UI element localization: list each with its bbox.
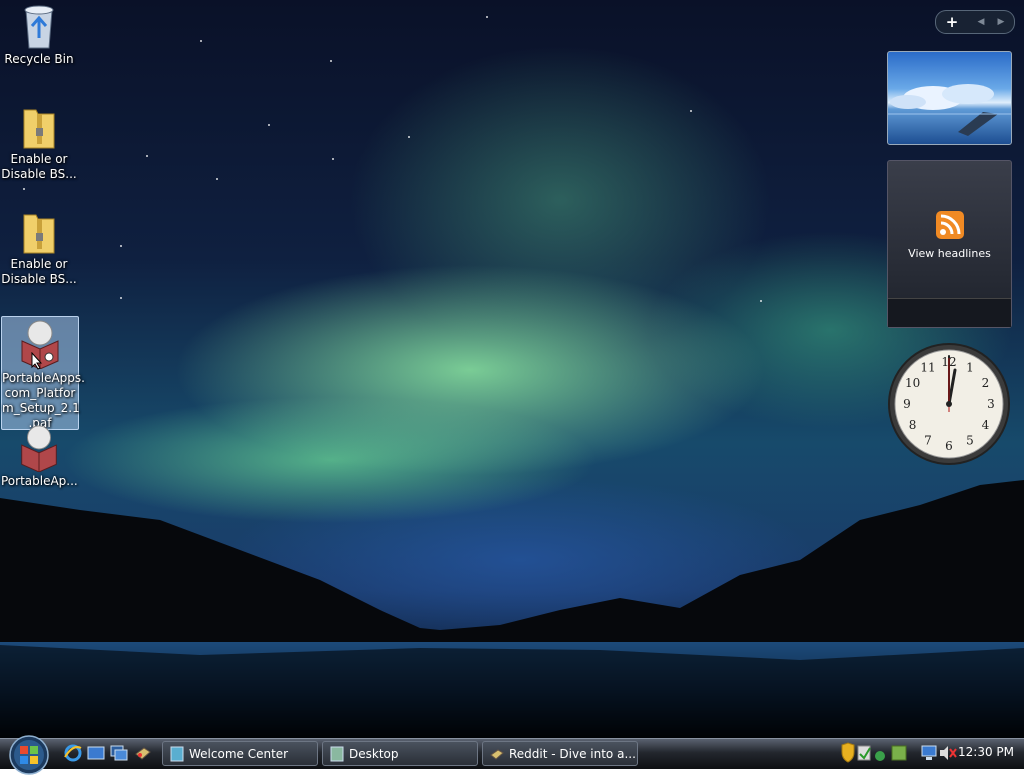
clock-numeral: 6	[945, 439, 953, 453]
display-icon[interactable]	[921, 745, 937, 760]
folder-window-icon	[330, 746, 344, 762]
feed-footer	[888, 298, 1011, 327]
recycle-bin-icon	[24, 5, 54, 49]
clock-gadget[interactable]: 121234567891011	[887, 342, 1011, 466]
desktop-icon-zip-folder-2[interactable]: Enable or Disable BS...	[1, 211, 77, 287]
clock-numeral: 1	[966, 361, 974, 375]
paint-icon[interactable]	[134, 744, 152, 762]
power-icon[interactable]	[891, 745, 907, 761]
welcome-center-icon	[170, 746, 184, 762]
desktop-icon-label: Enable or Disable BS...	[1, 257, 77, 286]
desktop-icon-recycle-bin[interactable]: Recycle Bin	[1, 4, 77, 67]
clock-numeral: 11	[920, 361, 935, 375]
add-gadget-button[interactable]: +	[940, 13, 964, 31]
clock-numeral: 9	[903, 397, 911, 411]
taskbar-button-label: Desktop	[349, 747, 399, 761]
desktop-icon-label: PortableApps. com_Platfor m_Setup_2.1 .p…	[2, 371, 85, 430]
prev-gadget-button[interactable]: ◀	[972, 13, 990, 31]
zip-folder-icon	[23, 109, 55, 149]
desktop-icon-portableapps[interactable]: PortableAp...	[1, 424, 78, 489]
mountain-lake-scene	[0, 480, 1024, 738]
rss-feed-icon	[936, 211, 964, 239]
zip-folder-icon	[23, 214, 55, 254]
next-gadget-button[interactable]: ▶	[992, 13, 1010, 31]
desktop-icon-zip-folder-1[interactable]: Enable or Disable BS...	[1, 106, 77, 182]
network-icon[interactable]	[875, 751, 885, 761]
desktop-wallpaper[interactable]: Recycle Bin Enable or Disable BS... Enab…	[0, 0, 1024, 738]
taskbar-button-reddit[interactable]: Reddit - Dive into a...	[482, 741, 638, 766]
slideshow-image	[888, 84, 1011, 136]
mouse-cursor-icon	[31, 352, 43, 370]
desktop-icon-label: PortableAp...	[1, 474, 78, 488]
clock-numeral: 10	[905, 376, 920, 390]
clock-numeral: 8	[909, 418, 917, 432]
slideshow-gadget[interactable]	[887, 51, 1012, 145]
security-shield-icon[interactable]	[841, 742, 855, 763]
show-desktop-icon[interactable]	[87, 744, 105, 762]
clock-numeral: 3	[987, 397, 995, 411]
internet-explorer-icon[interactable]	[64, 744, 82, 762]
clock-numeral: 7	[924, 433, 932, 447]
clock-numeral: 5	[966, 433, 974, 447]
desktop-icon-portableapps-setup[interactable]: PortableApps. com_Platfor m_Setup_2.1 .p…	[1, 316, 85, 430]
feed-headlines-gadget[interactable]: View headlines	[887, 160, 1012, 328]
windows-defender-icon[interactable]	[857, 745, 871, 761]
desktop-icon-label: Recycle Bin	[4, 52, 74, 66]
clock-numeral: 4	[982, 418, 990, 432]
clock-numeral: 2	[982, 376, 990, 390]
desktop-icon-label: Enable or Disable BS...	[1, 152, 77, 181]
taskbar-button-label: Welcome Center	[189, 747, 289, 761]
portableapps-package-icon	[21, 425, 57, 472]
paint-icon	[490, 749, 504, 760]
start-button[interactable]	[8, 734, 50, 776]
taskbar-clock[interactable]: 12:30 PM	[958, 745, 1014, 759]
switch-windows-icon[interactable]	[110, 744, 128, 762]
taskbar-button-desktop[interactable]: Desktop	[322, 741, 478, 766]
sidebar-toolbar: + ◀ ▶	[935, 10, 1015, 34]
taskbar-button-label: Reddit - Dive into a...	[509, 747, 636, 761]
view-headlines-link[interactable]: View headlines	[888, 247, 1011, 260]
taskbar-button-welcome-center[interactable]: Welcome Center	[162, 741, 318, 766]
volume-muted-icon[interactable]	[940, 746, 957, 760]
